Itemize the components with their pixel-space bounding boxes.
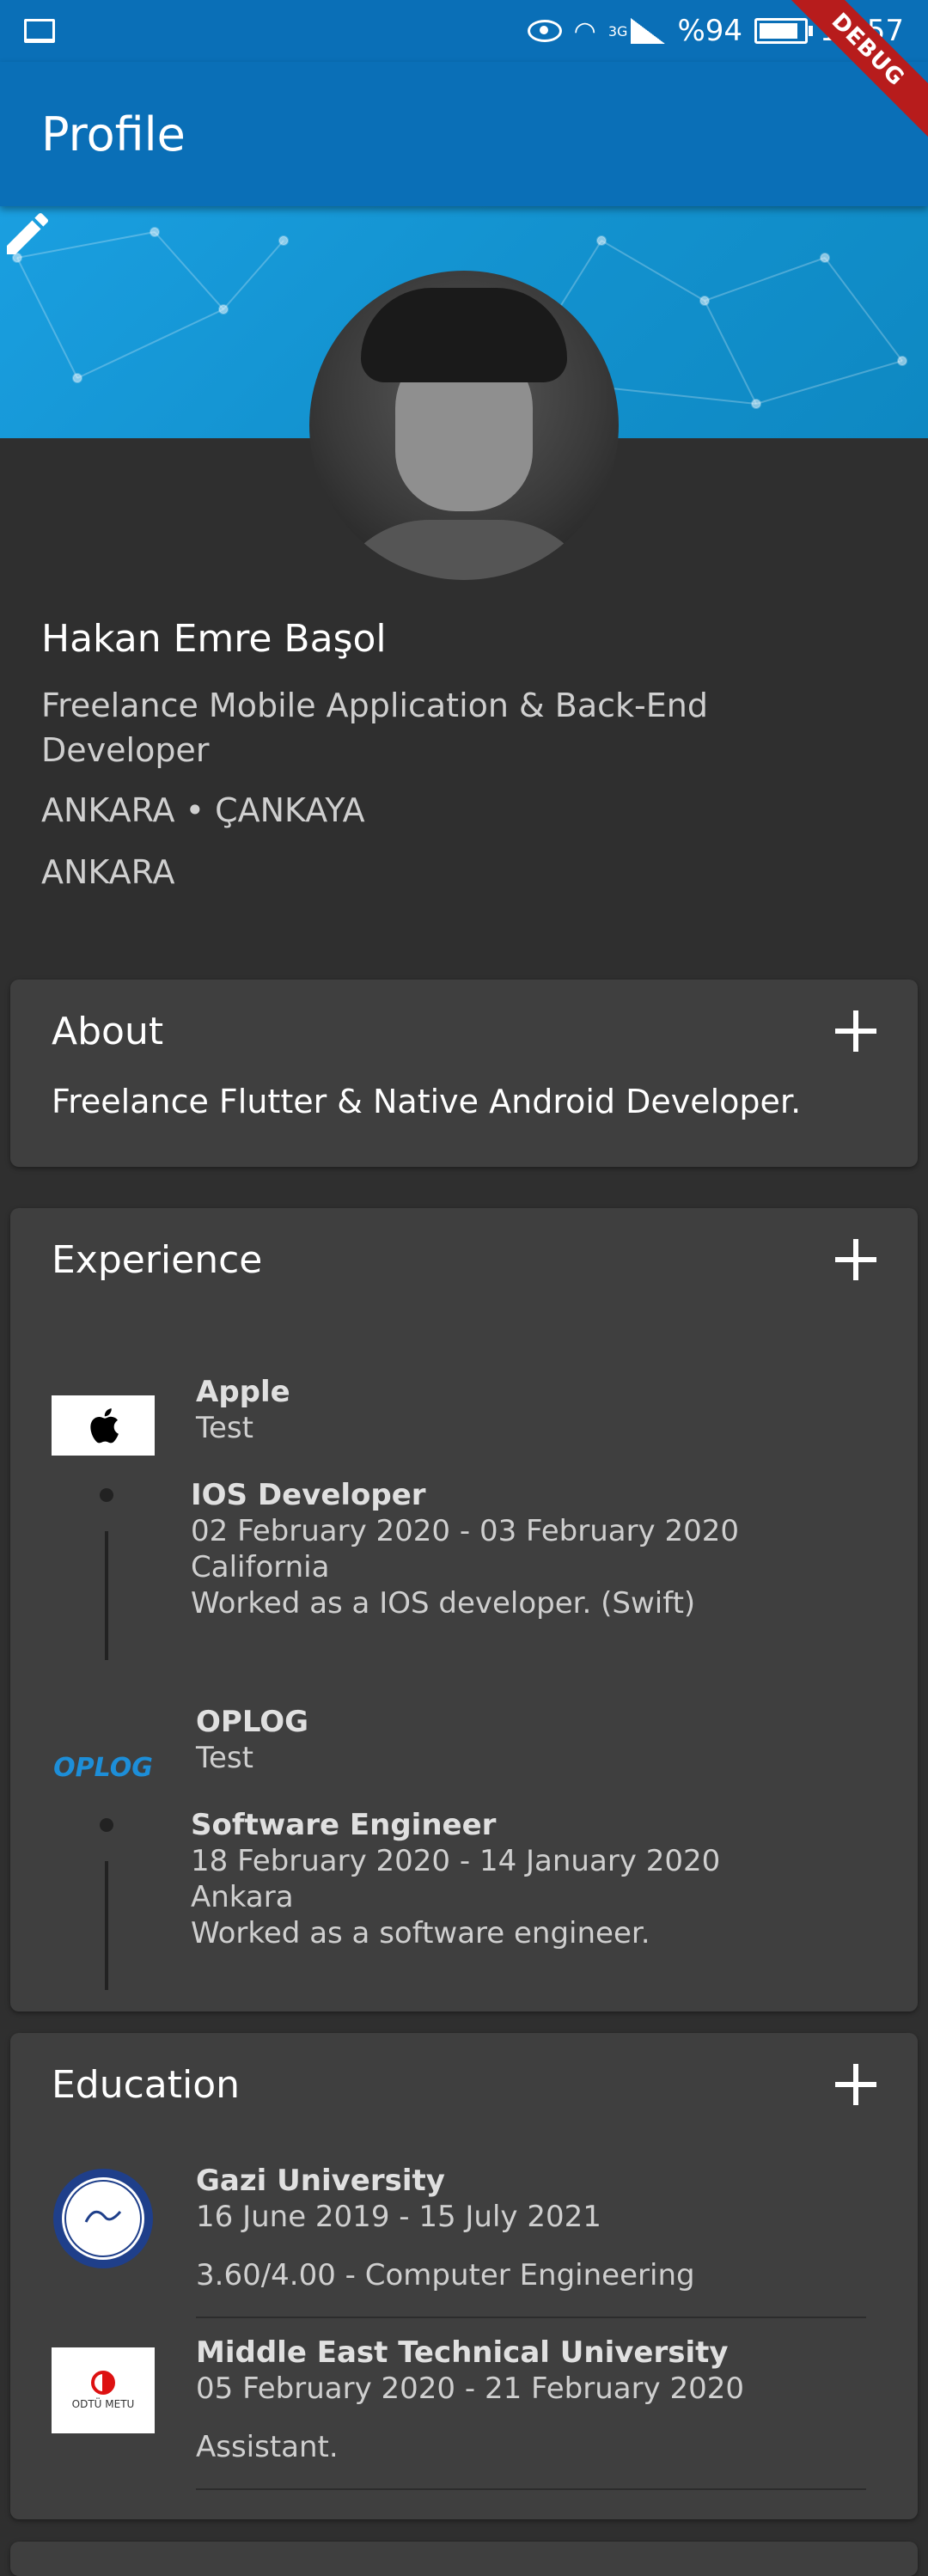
eye-icon	[527, 20, 562, 42]
experience-card: Experience Apple Test IOS Developer 02 F…	[10, 1208, 918, 2011]
experience-role: IOS Developer	[191, 1478, 426, 1512]
battery-icon	[754, 18, 814, 44]
education-school: Gazi University	[196, 2164, 445, 2198]
experience-role: Software Engineer	[191, 1808, 497, 1842]
profile-city: ANKARA	[41, 853, 175, 891]
experience-place: California	[191, 1550, 330, 1584]
page-title: Profile	[41, 107, 186, 162]
metu-logo: ODTÜ METU	[52, 2347, 155, 2433]
divider	[196, 2488, 866, 2490]
experience-dates: 02 February 2020 - 03 February 2020	[191, 1514, 740, 1548]
avatar[interactable]	[309, 271, 619, 580]
laptop-icon	[24, 19, 55, 43]
next-card	[10, 2542, 918, 2576]
wifi-icon: ◠	[573, 15, 596, 46]
battery-percent: %94	[677, 14, 743, 48]
experience-dates: 18 February 2020 - 14 January 2020	[191, 1844, 721, 1878]
add-education-icon[interactable]	[835, 2064, 876, 2105]
profile-info: Hakan Emre Başol Freelance Mobile Applic…	[41, 617, 866, 891]
experience-title: Experience	[52, 1237, 263, 1282]
education-dates: 16 June 2019 - 15 July 2021	[196, 2200, 601, 2234]
experience-desc: Worked as a IOS developer. (Swift)	[191, 1586, 696, 1621]
oplog-logo: OPLOG	[52, 1737, 155, 1798]
apple-logo	[52, 1395, 155, 1456]
experience-subtitle: Test	[196, 1741, 253, 1775]
timeline-line	[105, 1861, 108, 1990]
oplog-logo-text: OPLOG	[53, 1752, 153, 1783]
experience-place: Ankara	[191, 1880, 294, 1914]
experience-desc: Worked as a software engineer.	[191, 1916, 650, 1950]
about-card: About Freelance Flutter & Native Android…	[10, 980, 918, 1167]
experience-company: Apple	[196, 1375, 290, 1409]
add-experience-icon[interactable]	[835, 1239, 876, 1280]
network-type: 3G	[607, 22, 628, 40]
education-school: Middle East Technical University	[196, 2335, 729, 2370]
timeline-dot	[100, 1818, 113, 1832]
education-dates: 05 February 2020 - 21 February 2020	[196, 2372, 745, 2406]
education-detail: 3.60/4.00 - Computer Engineering	[196, 2258, 695, 2292]
metu-logo-text: ODTÜ METU	[71, 2398, 135, 2410]
app-bar: Profile	[0, 62, 928, 206]
apple-icon	[90, 1408, 119, 1444]
experience-company: OPLOG	[196, 1705, 309, 1739]
education-card: Education Gazi University 16 June 2019 -…	[10, 2033, 918, 2519]
about-title: About	[52, 1009, 164, 1053]
education-title: Education	[52, 2062, 241, 2107]
divider	[196, 2317, 866, 2318]
education-detail: Assistant.	[196, 2430, 339, 2464]
status-bar: ◠ 3G %94 16:57	[0, 0, 928, 62]
timeline-dot	[100, 1488, 113, 1502]
metu-emblem-icon	[91, 2371, 115, 2395]
edit-icon[interactable]	[0, 206, 55, 261]
experience-subtitle: Test	[196, 1411, 253, 1445]
add-about-icon[interactable]	[835, 1010, 876, 1052]
profile-name: Hakan Emre Başol	[41, 617, 387, 661]
timeline-line	[105, 1531, 108, 1660]
about-text: Freelance Flutter & Native Android Devel…	[52, 1083, 802, 1120]
gazi-logo	[53, 2169, 153, 2268]
profile-headline: Freelance Mobile Application & Back-End …	[41, 687, 708, 769]
signal-icon	[631, 18, 666, 44]
profile-location: ANKARA • ÇANKAYA	[41, 791, 365, 829]
